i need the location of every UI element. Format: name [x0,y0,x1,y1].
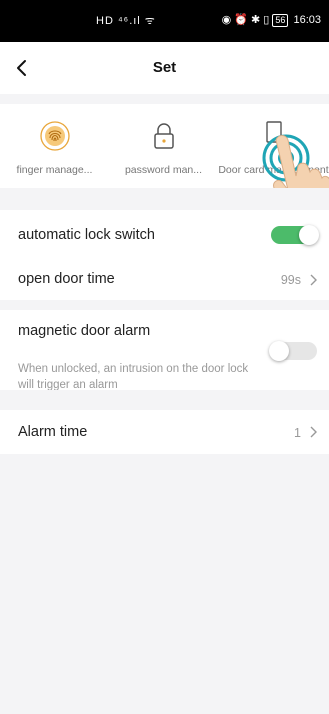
finger-management-item[interactable]: finger manage... [0,104,109,188]
status-icons: ◉ ⏰ ✱ ▯ [221,14,270,26]
password-management-label: password man... [124,164,203,176]
toggle-knob [269,341,289,361]
open-door-time-label: open door time [18,271,115,287]
section-gap [0,94,329,104]
status-right: ◉ ⏰ ✱ ▯ 56 16:03 [222,13,321,27]
battery-icon: 56 [272,14,289,27]
chevron-right-icon [310,274,317,286]
header: Set [0,42,329,94]
password-management-item[interactable]: password man... [109,104,218,188]
magnetic-alarm-description: When unlocked, an intrusion on the door … [18,363,249,391]
section-gap [0,300,329,310]
auto-lock-toggle[interactable] [271,225,319,245]
fingerprint-icon [39,121,70,151]
alarm-time-row[interactable]: Alarm time 1 [0,410,329,454]
auto-lock-row: automatic lock switch [0,210,329,260]
open-door-time-row[interactable]: open door time 99s [0,260,329,300]
page-title: Set [152,59,177,76]
magnetic-alarm-row: magnetic door alarm When unlocked, an in… [0,310,329,391]
auto-lock-label: automatic lock switch [18,227,155,243]
alarm-time-label: Alarm time [18,424,88,440]
section-gap [0,188,329,210]
status-time: 16:03 [293,14,321,26]
open-door-time-value: 99s [280,273,301,287]
alarm-time-value: 1 [294,426,301,440]
finger-management-label: finger manage... [16,164,93,176]
section-gap [0,390,329,410]
magnetic-alarm-label: magnetic door alarm [18,323,151,339]
chevron-right-icon [310,426,317,438]
status-bar: HD ⁴⁶.ıl ᯤ ◉ ⏰ ✱ ▯ 56 16:03 [0,0,329,42]
toggle-knob [299,225,319,245]
signal-icons: HD ⁴⁶.ıl ᯤ [96,15,156,27]
magnetic-alarm-toggle[interactable] [269,341,317,361]
padlock-icon [153,123,174,149]
